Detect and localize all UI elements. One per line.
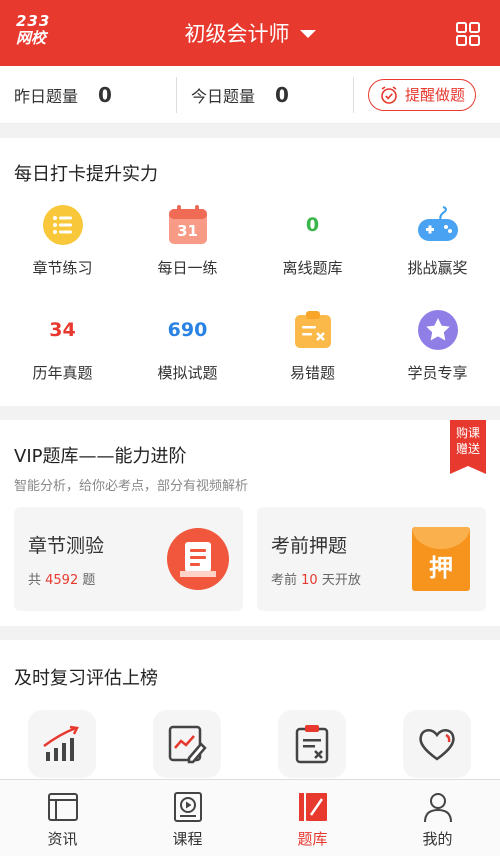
daily-section: 每日打卡提升实力 章节练习 31 每日一练 0 离线题库 挑战赢奖 34 历年真… [0,138,500,406]
daily-item-label: 挑战赢奖 [407,259,468,277]
edit-chart-icon [168,725,207,764]
nav-item-news[interactable]: 资讯 [0,780,125,856]
bottom-nav: 资讯 课程 题库 我的 [0,779,500,856]
review-mistakes-button[interactable] [278,710,346,778]
daily-item-mock[interactable]: 690 模拟试题 [125,308,250,383]
daily-title: 每日打卡提升实力 [14,164,158,185]
course-icon [173,792,202,822]
card-sub-suffix: 天开放 [317,573,361,588]
daily-item-challenge[interactable]: 挑战赢奖 [375,203,500,278]
favorites-button[interactable] [403,710,471,778]
nav-label: 课程 [172,830,203,848]
nav-label: 资讯 [47,830,78,848]
review-section: 及时复习评估上榜 [0,640,500,780]
vip-subtitle: 智能分析，给你必考点，部分有视频解析 [14,479,249,494]
pre-exam-card[interactable]: 考前押题 考前 10 天开放 押 [257,507,486,611]
list-icon [41,203,85,247]
star-icon [416,308,460,352]
daily-item-label: 每日一练 [157,259,218,277]
daily-item-daily[interactable]: 31 每日一练 [125,203,250,278]
question-count: 4592 [45,573,79,588]
gamepad-icon [416,203,460,247]
nav-item-question-bank[interactable]: 题库 [250,780,375,856]
ranking-button[interactable] [28,710,96,778]
vip-title: VIP题库——能力进阶 [14,446,187,467]
daily-item-label: 模拟试题 [157,364,218,382]
daily-item-label: 章节练习 [32,259,93,277]
mock-count: 690 [167,319,208,341]
card-sub-suffix: 题 [78,573,96,588]
logo: 233 网校 [16,14,50,46]
daily-item-chapter[interactable]: 章节练习 [0,203,125,278]
badge-line-1: 购课 [455,426,480,440]
nav-label: 我的 [422,830,453,848]
card-subtitle: 考前 10 天开放 [271,569,361,588]
daily-item-past-exams[interactable]: 34 历年真题 [0,308,125,383]
calendar-icon: 31 [166,203,210,247]
daily-item-members[interactable]: 学员专享 [375,308,500,383]
grid-icon[interactable] [456,22,480,46]
heart-icon [419,729,455,761]
offline-count: 0 [305,214,320,236]
gift-badge: 购课 赠送 [450,420,486,474]
days-count: 10 [301,573,318,588]
profile-icon [423,793,452,823]
nav-label: 题库 [297,830,328,848]
daily-item-mistakes[interactable]: 易错题 [250,308,375,383]
daily-item-label: 学员专享 [407,364,468,382]
envelope-icon: 押 [412,527,470,591]
card-sub-prefix: 共 [28,573,46,588]
card-sub-prefix: 考前 [271,573,302,588]
exam-selector[interactable]: 初级会计师 [185,18,316,48]
yesterday-label: 昨日题量 [14,86,79,106]
question-bank-icon [298,793,327,821]
card-title: 章节测验 [28,535,105,557]
chapter-test-card[interactable]: 章节测验 共 4592 题 [14,507,243,611]
bar-chart-icon [43,725,79,761]
stats-bar: 昨日题量 0 今日题量 0 提醒做题 [0,66,500,124]
review-title: 及时复习评估上榜 [14,668,158,689]
today-stat: 今日题量 0 [177,76,354,113]
clipboard-x-icon [295,725,329,764]
yesterday-value: 0 [98,82,112,107]
envelope-text: 押 [429,553,453,582]
today-label: 今日题量 [191,86,256,106]
news-icon [47,793,78,821]
app-header: 233 网校 初级会计师 [0,0,500,66]
nav-item-course[interactable]: 课程 [125,780,250,856]
card-subtitle: 共 4592 题 [28,569,95,588]
daily-row-1: 章节练习 31 每日一练 0 离线题库 挑战赢奖 [0,203,500,278]
document-icon [167,528,229,590]
remind-button[interactable]: 提醒做题 [368,78,477,111]
past-exams-count: 34 [49,319,76,341]
calendar-day: 31 [177,222,198,240]
vip-section: VIP题库——能力进阶 智能分析，给你必考点，部分有视频解析 购课 赠送 章节测… [0,420,500,626]
daily-row-2: 34 历年真题 690 模拟试题 易错题 学员专享 [0,308,500,383]
nav-item-profile[interactable]: 我的 [375,780,500,856]
remind-label: 提醒做题 [405,86,466,104]
daily-item-label: 离线题库 [282,259,343,277]
today-value: 0 [275,82,289,107]
page-title: 初级会计师 [184,22,290,46]
alarm-check-icon [381,85,397,104]
logo-number: 233 [16,12,51,30]
mistake-icon [291,308,335,352]
logo-text: 网校 [16,29,47,47]
caret-down-icon [299,30,316,38]
daily-item-offline[interactable]: 0 离线题库 [250,203,375,278]
card-title: 考前押题 [271,535,348,557]
daily-item-label: 易错题 [289,364,335,382]
daily-item-label: 历年真题 [32,364,93,382]
badge-line-2: 赠送 [455,442,480,456]
yesterday-stat: 昨日题量 0 [0,76,177,113]
evaluate-button[interactable] [153,710,221,778]
